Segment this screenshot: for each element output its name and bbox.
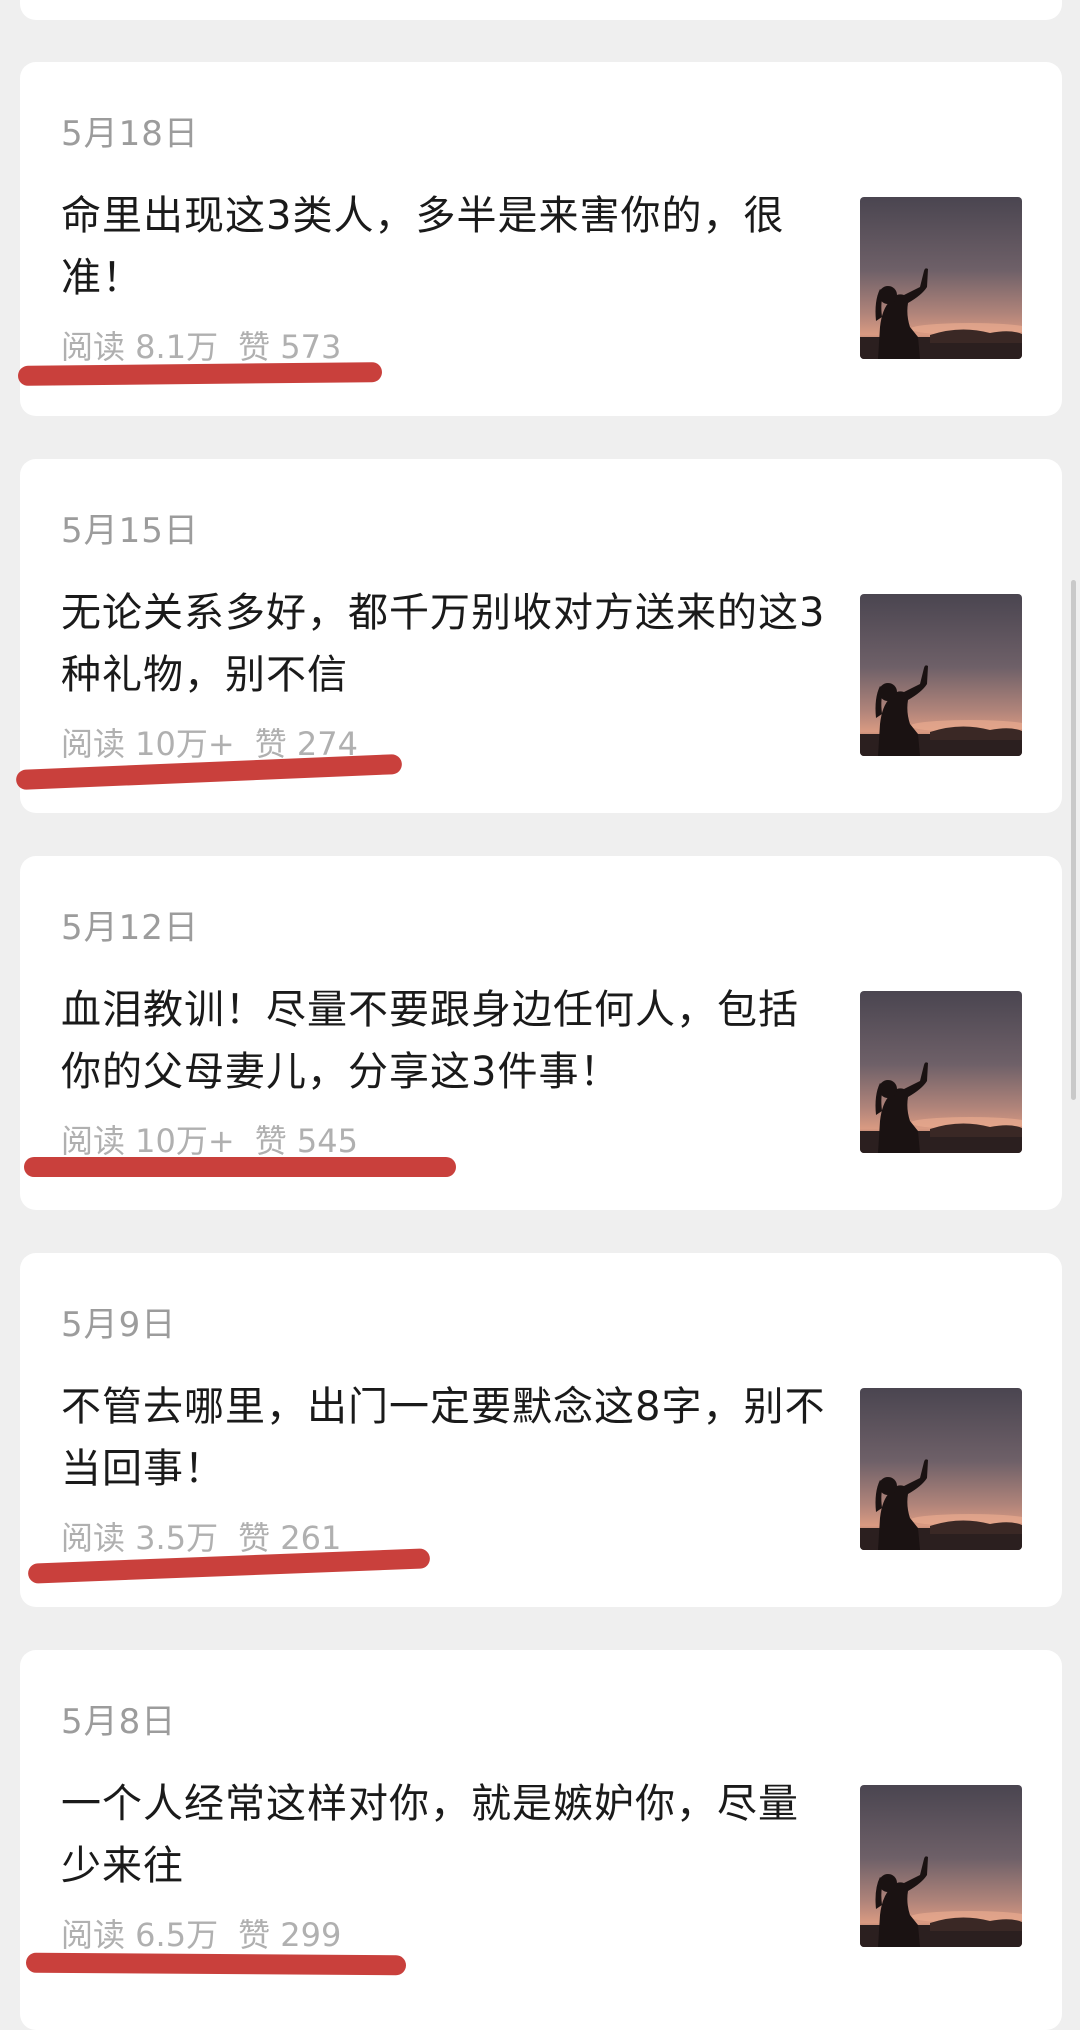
sunset-silhouette-image [860,991,1022,1153]
article-stats: 阅读 10万+ 赞 545 [61,1116,378,1162]
sunset-silhouette-image [860,594,1022,756]
article-card[interactable]: 5月9日 不管去哪里，出门一定要默念这8字，别不当回事！ 阅读 3.5万赞 26… [20,1253,1062,1607]
sunset-silhouette-image [860,1785,1022,1947]
read-count: 阅读 6.5万 [61,1916,219,1954]
article-date: 5月18日 [61,114,199,154]
scrollbar[interactable] [1071,580,1076,1100]
article-date: 5月12日 [61,908,199,948]
like-count: 赞 573 [238,328,342,366]
sunset-silhouette-image [860,1388,1022,1550]
article-date: 5月15日 [61,511,199,551]
read-count: 阅读 3.5万 [61,1519,219,1557]
article-date: 5月8日 [61,1702,177,1742]
article-thumbnail[interactable] [860,1785,1022,1947]
red-underline-annotation [24,1157,456,1177]
article-date: 5月9日 [61,1305,177,1345]
article-thumbnail[interactable] [860,594,1022,756]
article-thumbnail[interactable] [860,197,1022,359]
article-thumbnail[interactable] [860,991,1022,1153]
like-count: 赞 545 [254,1122,358,1160]
red-underline-annotation [17,362,383,386]
sunset-silhouette-image [860,197,1022,359]
red-underline-annotation [25,1952,407,1976]
article-title[interactable]: 一个人经常这样对你，就是嫉妒你，尽量少来往 [61,1773,831,1897]
like-count: 赞 299 [238,1916,342,1954]
article-title[interactable]: 命里出现这3类人，多半是来害你的，很准！ [61,185,831,309]
read-count: 阅读 8.1万 [61,328,219,366]
article-card[interactable]: 5月18日 命里出现这3类人，多半是来害你的，很准！ 阅读 8.1万赞 573 [20,62,1062,416]
read-count: 阅读 10万+ [61,1122,235,1160]
read-count: 阅读 10万+ [61,725,235,763]
article-stats: 阅读 6.5万赞 299 [61,1910,361,1956]
article-card[interactable]: 5月15日 无论关系多好，都千万别收对方送来的这3种礼物，别不信 阅读 10万+… [20,459,1062,813]
article-thumbnail[interactable] [860,1388,1022,1550]
article-title[interactable]: 血泪教训！尽量不要跟身边任何人，包括你的父母妻儿，分享这3件事！ [61,979,831,1103]
article-stats: 阅读 8.1万赞 573 [61,322,361,368]
article-title[interactable]: 无论关系多好，都千万别收对方送来的这3种礼物，别不信 [61,582,831,706]
article-title[interactable]: 不管去哪里，出门一定要默念这8字，别不当回事！ [61,1376,831,1500]
previous-article-card[interactable] [20,0,1062,20]
